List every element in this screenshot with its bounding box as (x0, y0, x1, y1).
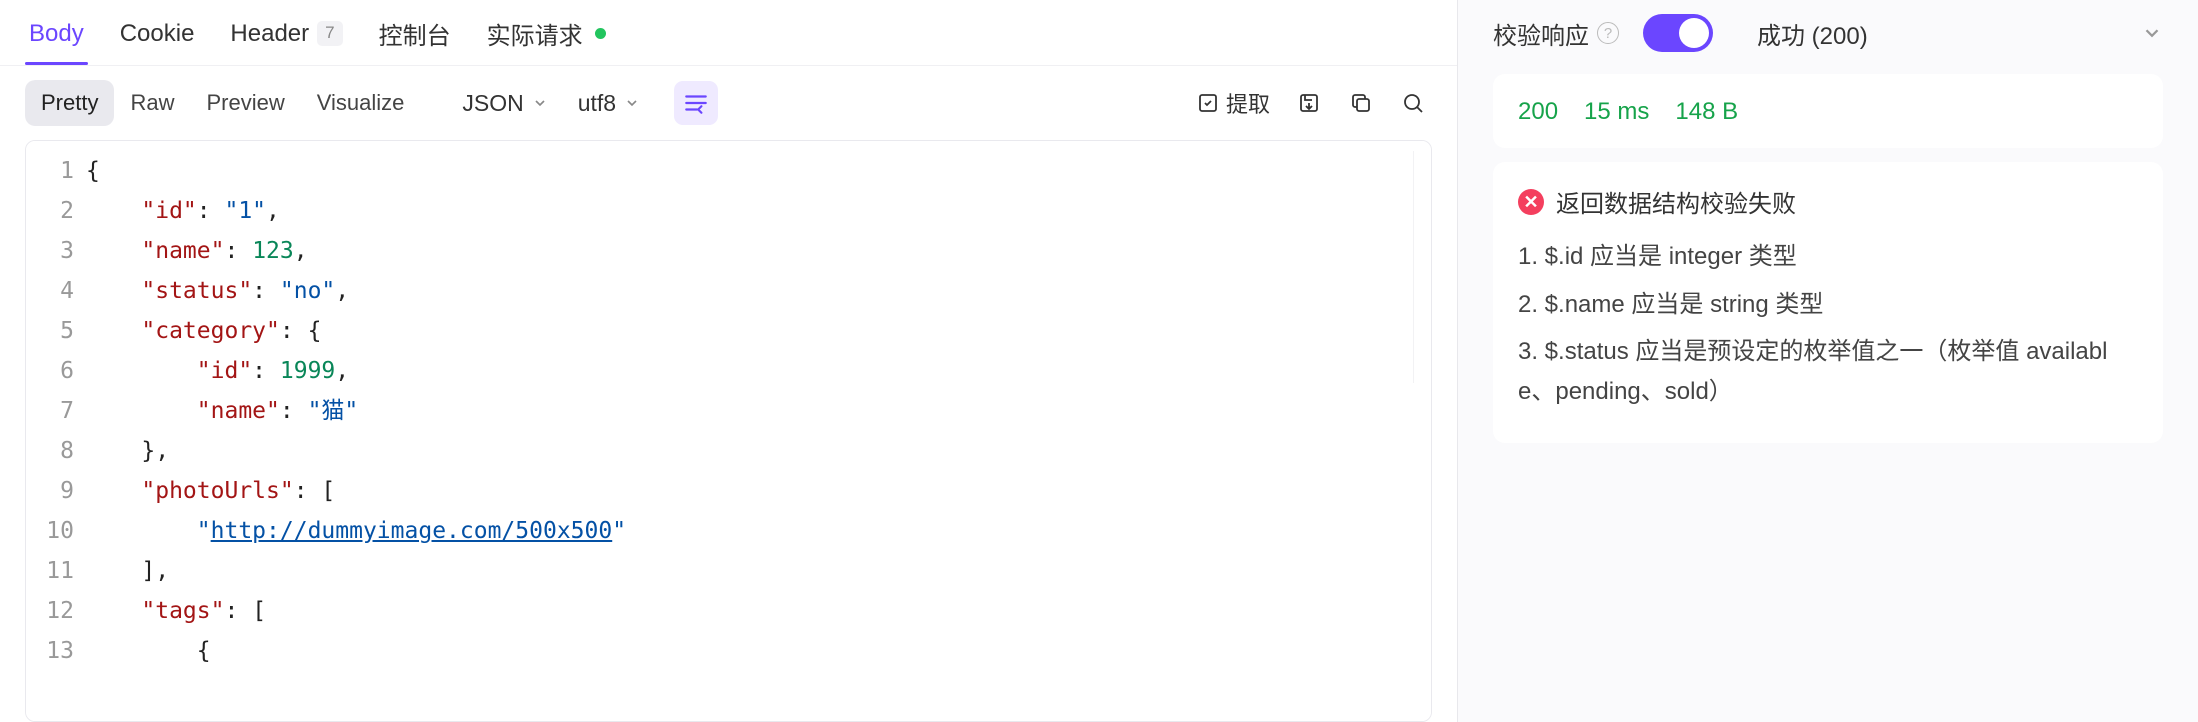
line-wrap-toggle[interactable] (674, 81, 718, 125)
error-icon: ✕ (1518, 189, 1544, 215)
copy-icon (1349, 91, 1373, 115)
tab-body[interactable]: Body (25, 2, 88, 64)
tab-label: Body (29, 20, 84, 48)
validation-header: 校验响应 ? 成功 (200) (1493, 0, 2163, 66)
validation-panel: 校验响应 ? 成功 (200) 200 15 ms 148 B ✕ 返回数据结构… (1458, 0, 2198, 722)
validation-error-item: 3. $.status 应当是预设定的枚举值之一（枚举值 available、p… (1518, 332, 2138, 411)
tab-cookie[interactable]: Cookie (116, 2, 199, 64)
tab-actual-request[interactable]: 实际请求 (483, 0, 610, 67)
format-dropdown[interactable]: JSON (462, 90, 547, 117)
view-mode-pretty[interactable]: Pretty (25, 80, 114, 126)
validation-error-item: 1. $.id 应当是 integer 类型 (1518, 237, 2138, 277)
response-left-panel: Body Cookie Header 7 控制台 实际请求 Pretty Raw… (0, 0, 1458, 722)
tab-label: Cookie (120, 20, 195, 48)
encoding-dropdown[interactable]: utf8 (578, 90, 640, 117)
validation-card-title: 返回数据结构校验失败 (1556, 184, 1796, 219)
tab-label: Header (230, 20, 309, 48)
response-status-text: 成功 (200) (1757, 16, 2127, 51)
tab-label: 控制台 (379, 16, 451, 51)
copy-button[interactable] (1342, 84, 1380, 122)
minimap (1413, 151, 1431, 383)
extract-label: 提取 (1226, 87, 1270, 119)
chevron-down-icon (624, 95, 640, 111)
validation-error-list: 1. $.id 应当是 integer 类型 2. $.name 应当是 stri… (1518, 237, 2138, 411)
metric-size: 148 B (1675, 98, 1738, 126)
tab-header[interactable]: Header 7 (226, 2, 346, 64)
view-mode-visualize[interactable]: Visualize (301, 80, 421, 126)
validate-toggle[interactable] (1643, 14, 1713, 52)
validation-errors-card: ✕ 返回数据结构校验失败 1. $.id 应当是 integer 类型 2. $.… (1493, 162, 2163, 443)
help-icon[interactable]: ? (1597, 22, 1619, 44)
line-number-gutter: 12345678910111213 (26, 141, 86, 721)
format-value: JSON (462, 90, 523, 117)
body-toolbar: Pretty Raw Preview Visualize JSON utf8 提… (0, 66, 1457, 140)
search-button[interactable] (1394, 84, 1432, 122)
extract-icon (1196, 91, 1220, 115)
validation-card-title-row: ✕ 返回数据结构校验失败 (1518, 184, 2138, 219)
save-icon (1297, 91, 1321, 115)
chevron-down-icon[interactable] (2141, 22, 2163, 44)
validate-response-label: 校验响应 ? (1493, 16, 1619, 51)
save-button[interactable] (1290, 84, 1328, 122)
line-wrap-icon (683, 90, 709, 116)
validation-error-item: 2. $.name 应当是 string 类型 (1518, 285, 2138, 325)
tab-console[interactable]: 控制台 (375, 0, 455, 67)
search-icon (1401, 91, 1425, 115)
response-metrics: 200 15 ms 148 B (1493, 74, 2163, 148)
encoding-value: utf8 (578, 90, 616, 117)
view-mode-preview[interactable]: Preview (190, 80, 300, 126)
format-dropdown-group: JSON utf8 (462, 90, 640, 117)
metric-status: 200 (1518, 98, 1558, 126)
view-mode-raw[interactable]: Raw (114, 80, 190, 126)
header-count-badge: 7 (317, 21, 342, 45)
view-mode-group: Pretty Raw Preview Visualize (25, 80, 420, 126)
code-content: { "id": "1", "name": 123, "status": "no"… (86, 141, 1431, 721)
response-tabs: Body Cookie Header 7 控制台 实际请求 (0, 0, 1457, 66)
metric-time: 15 ms (1584, 98, 1649, 126)
extract-button[interactable]: 提取 (1190, 84, 1276, 122)
chevron-down-icon (532, 95, 548, 111)
status-dot-icon (595, 28, 606, 39)
validate-label-text: 校验响应 (1493, 16, 1589, 51)
response-body-editor[interactable]: 12345678910111213 { "id": "1", "name": 1… (25, 140, 1432, 722)
tab-label: 实际请求 (487, 16, 583, 51)
